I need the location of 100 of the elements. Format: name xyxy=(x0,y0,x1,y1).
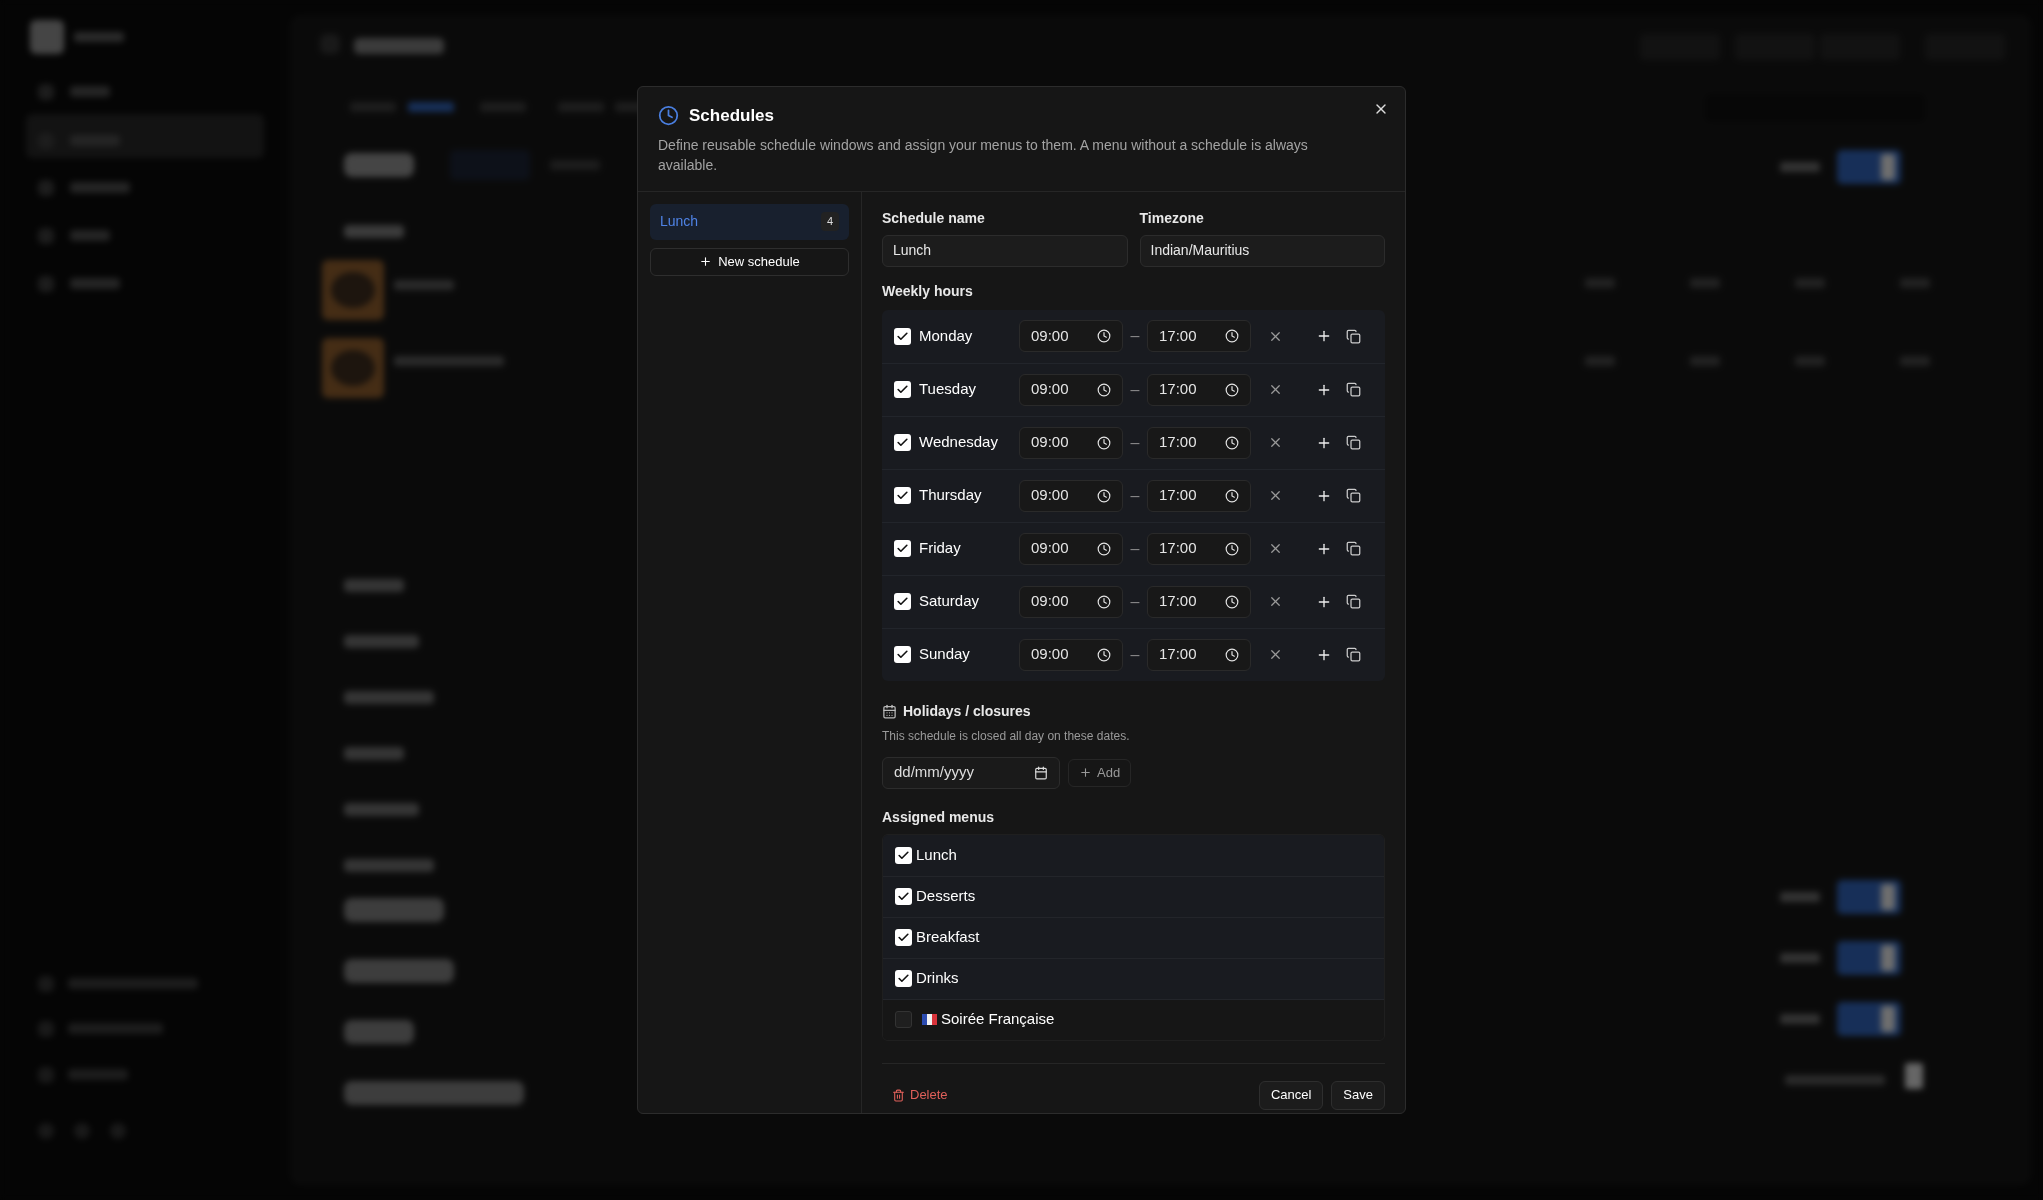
menu-name: Drinks xyxy=(916,968,959,989)
trash-icon xyxy=(892,1088,905,1102)
time-field[interactable]: 17:00 xyxy=(1147,479,1251,512)
holidays-note: This schedule is closed all day on these dates. xyxy=(882,727,1131,745)
copy-icon xyxy=(1346,328,1361,344)
time-field[interactable]: 17:00 xyxy=(1147,532,1251,565)
menu-option[interactable]: Lunch xyxy=(883,834,1384,876)
close-icon xyxy=(1268,382,1283,397)
plus-icon xyxy=(699,255,713,268)
clock-icon xyxy=(1097,594,1111,609)
clock-icon xyxy=(1225,329,1239,343)
time-field[interactable]: 17:00 xyxy=(1147,638,1251,671)
check-icon xyxy=(896,383,909,396)
section-label: Holidays / closures xyxy=(903,701,1031,721)
check-icon xyxy=(897,848,910,862)
section-label: Assigned menus xyxy=(882,807,996,827)
clock-icon xyxy=(1097,647,1111,662)
range-dash: – xyxy=(1129,591,1141,612)
checkbox[interactable] xyxy=(894,487,911,504)
plus-icon xyxy=(1079,766,1092,779)
close-icon xyxy=(1268,435,1283,450)
new-schedule-button[interactable]: New schedule xyxy=(650,247,849,276)
flag-icon xyxy=(922,1014,937,1025)
checkbox[interactable] xyxy=(894,327,911,345)
menu-option[interactable]: Breakfast xyxy=(883,916,1384,958)
clock-icon xyxy=(658,105,679,127)
time-field[interactable]: 09:00 xyxy=(1019,320,1123,352)
copy-icon xyxy=(1346,435,1361,450)
checkbox[interactable] xyxy=(894,381,911,398)
time-field[interactable]: 09:00 xyxy=(1019,585,1123,618)
checkbox[interactable] xyxy=(894,434,911,451)
time-field[interactable]: 17:00 xyxy=(1147,426,1251,459)
checkbox[interactable] xyxy=(894,540,911,557)
range-dash: – xyxy=(1129,379,1141,400)
time-field[interactable]: 09:00 xyxy=(1019,532,1123,565)
close-icon xyxy=(1268,541,1283,556)
check-icon xyxy=(896,542,909,555)
check-icon xyxy=(896,436,909,449)
checkbox[interactable] xyxy=(895,888,912,905)
time-field[interactable]: 09:00 xyxy=(1019,479,1123,512)
menu-name: Breakfast xyxy=(916,927,980,948)
menu-name: Lunch xyxy=(916,844,957,865)
delete-button[interactable]: Delete xyxy=(882,1081,958,1109)
check-icon xyxy=(896,329,909,343)
checkbox[interactable] xyxy=(894,593,911,610)
day-label: Wednesday xyxy=(919,432,999,453)
time-field[interactable]: 09:00 xyxy=(1019,638,1123,671)
menu-option[interactable]: Desserts xyxy=(883,875,1384,917)
time-field[interactable]: 17:00 xyxy=(1147,373,1251,406)
clock-icon xyxy=(1097,329,1111,343)
clock-icon xyxy=(1225,647,1239,662)
copy-icon xyxy=(1346,594,1361,609)
checkbox[interactable] xyxy=(895,846,912,864)
clock-icon xyxy=(1225,488,1239,503)
field-label: Schedule name xyxy=(882,208,986,228)
day-label: Friday xyxy=(919,538,962,559)
clock-icon xyxy=(1097,382,1111,397)
copy-icon xyxy=(1346,488,1361,503)
dialog-title: Schedules xyxy=(689,105,775,127)
range-dash: – xyxy=(1129,644,1141,665)
calendar-icon xyxy=(1034,765,1048,780)
menu-option[interactable]: Drinks xyxy=(883,957,1384,999)
save-button[interactable]: Save xyxy=(1331,1080,1385,1110)
clock-icon xyxy=(1225,594,1239,609)
timezone-field[interactable]: Indian/Mauritius xyxy=(1139,234,1385,267)
clock-icon xyxy=(1097,541,1111,556)
range-dash: – xyxy=(1129,432,1141,453)
check-icon xyxy=(897,890,910,903)
checkbox[interactable] xyxy=(894,646,911,663)
check-icon xyxy=(896,489,909,502)
day-label: Thursday xyxy=(919,485,983,506)
checkbox[interactable] xyxy=(895,970,912,987)
count-badge: 4 xyxy=(820,212,839,231)
time-field[interactable]: 09:00 xyxy=(1019,373,1123,406)
clock-icon xyxy=(1225,435,1239,450)
clock-icon xyxy=(1097,488,1111,503)
close-icon xyxy=(1268,647,1283,662)
time-field[interactable]: 17:00 xyxy=(1147,585,1251,618)
checkbox[interactable] xyxy=(895,1011,912,1028)
time-field[interactable]: 09:00 xyxy=(1019,426,1123,459)
time-field[interactable]: 17:00 xyxy=(1147,320,1251,352)
cancel-button[interactable]: Cancel xyxy=(1258,1080,1324,1110)
day-label: Sunday xyxy=(919,644,971,665)
schedule-name-field[interactable]: Lunch xyxy=(882,234,1128,267)
close-icon xyxy=(1268,488,1283,503)
range-dash: – xyxy=(1129,538,1141,559)
date-field[interactable]: dd/mm/yyyy xyxy=(882,756,1060,789)
day-label: Tuesday xyxy=(919,379,977,400)
copy-icon xyxy=(1346,541,1361,556)
check-icon xyxy=(896,648,909,661)
clock-icon xyxy=(1097,435,1111,450)
plus-icon xyxy=(1316,328,1332,344)
close-icon xyxy=(1268,594,1283,609)
range-dash: – xyxy=(1129,326,1141,346)
copy-icon xyxy=(1346,647,1361,662)
checkbox[interactable] xyxy=(895,929,912,946)
add-date-button[interactable]: Add xyxy=(1068,758,1132,787)
schedule-item[interactable]: Lunch 4 xyxy=(650,203,849,240)
dialog-description: Define reusable schedule windows and assign your menus to them. A menu without a schedule is always available. xyxy=(658,135,1309,175)
copy-icon xyxy=(1346,382,1361,397)
